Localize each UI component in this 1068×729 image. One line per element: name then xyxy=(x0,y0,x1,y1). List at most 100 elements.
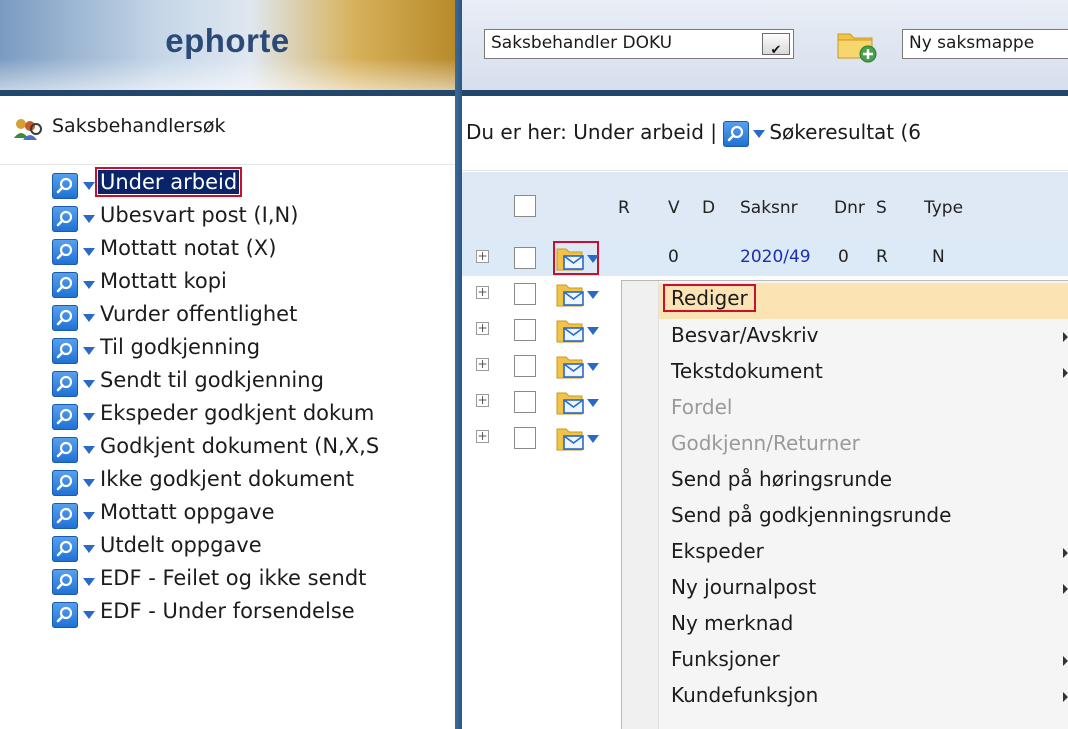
folder-envelope-icon[interactable] xyxy=(556,388,599,416)
folder-envelope-icon[interactable] xyxy=(556,280,599,308)
role-select-dropdown-button[interactable]: ✔ xyxy=(762,33,790,58)
pane-divider[interactable] xyxy=(455,0,462,729)
sidebar-item-4[interactable]: Vurder offentlighet xyxy=(52,300,455,333)
row-checkbox[interactable] xyxy=(514,283,536,305)
sidebar-item-3[interactable]: Mottatt kopi xyxy=(52,267,455,300)
col-header-r[interactable]: R xyxy=(618,198,630,218)
dropdown-arrow-icon[interactable] xyxy=(587,363,599,371)
row-checkbox[interactable] xyxy=(514,355,536,377)
expand-plus-icon[interactable]: + xyxy=(476,394,489,407)
dropdown-arrow-icon[interactable] xyxy=(753,129,766,138)
toolbar: Saksbehandler DOKU ✔ Ny saksmappe xyxy=(462,0,1068,90)
menu-item-1[interactable]: Besvar/Avskriv xyxy=(671,319,1068,355)
menu-item-2[interactable]: Tekstdokument xyxy=(671,355,1068,391)
context-menu-gutter xyxy=(622,281,659,729)
dropdown-arrow-icon[interactable] xyxy=(83,578,95,586)
dropdown-arrow-icon[interactable] xyxy=(83,281,95,289)
col-header-dnr[interactable]: Dnr xyxy=(834,198,865,218)
magnifier-icon[interactable] xyxy=(52,173,78,199)
dropdown-arrow-icon[interactable] xyxy=(83,347,95,355)
dropdown-arrow-icon[interactable] xyxy=(83,446,95,454)
row-checkbox[interactable] xyxy=(514,427,536,449)
expand-plus-icon[interactable]: + xyxy=(476,358,489,371)
dropdown-arrow-icon[interactable] xyxy=(83,215,95,223)
menu-item-5[interactable]: Send på høringsrunde xyxy=(671,463,1068,499)
menu-item-8[interactable]: Ny journalpost xyxy=(671,571,1068,607)
expand-plus-icon[interactable]: + xyxy=(476,286,489,299)
magnifier-icon[interactable] xyxy=(723,120,750,147)
folder-envelope-icon[interactable] xyxy=(553,241,599,275)
folder-envelope-icon[interactable] xyxy=(556,316,599,344)
sidebar-item-6[interactable]: Sendt til godkjenning xyxy=(52,366,455,399)
folder-envelope-icon[interactable] xyxy=(556,352,599,380)
sidebar-item-11[interactable]: Utdelt oppgave xyxy=(52,531,455,564)
sidebar-item-0[interactable]: Under arbeid xyxy=(52,167,455,201)
menu-item-7[interactable]: Ekspeder xyxy=(671,535,1068,571)
row-checkbox[interactable] xyxy=(514,319,536,341)
dropdown-arrow-icon[interactable] xyxy=(83,314,95,322)
sidebar-item-13[interactable]: EDF - Under forsendelse xyxy=(52,597,455,630)
menu-item-9[interactable]: Ny merknad xyxy=(671,607,1068,643)
table-row[interactable]: +0 2020/49 0 R N xyxy=(462,240,1068,276)
sidebar-item-1[interactable]: Ubesvart post (I,N) xyxy=(52,201,455,234)
menu-item-3: Fordel xyxy=(671,391,1068,427)
sidebar-item-9[interactable]: Ikke godkjent dokument xyxy=(52,465,455,498)
new-case-select[interactable]: Ny saksmappe xyxy=(902,29,1068,59)
new-folder-icon[interactable] xyxy=(836,24,878,64)
dropdown-arrow-icon[interactable] xyxy=(83,380,95,388)
magnifier-icon[interactable] xyxy=(52,437,78,463)
dropdown-arrow-icon[interactable] xyxy=(83,611,95,619)
menu-item-10[interactable]: Funksjoner xyxy=(671,643,1068,679)
cell-saksnr-link[interactable]: 2020/49 xyxy=(740,247,811,267)
sidebar-item-10[interactable]: Mottatt oppgave xyxy=(52,498,455,531)
dropdown-arrow-icon[interactable] xyxy=(83,545,95,553)
row-checkbox[interactable] xyxy=(514,391,536,413)
role-select[interactable]: Saksbehandler DOKU ✔ xyxy=(484,29,794,59)
dropdown-arrow-icon[interactable] xyxy=(83,512,95,520)
expand-plus-icon[interactable]: + xyxy=(476,430,489,443)
dropdown-arrow-icon[interactable] xyxy=(83,248,95,256)
sidebar-item-label: Mottatt oppgave xyxy=(100,500,275,524)
magnifier-icon[interactable] xyxy=(52,470,78,496)
magnifier-icon[interactable] xyxy=(52,371,78,397)
row-checkbox[interactable] xyxy=(514,247,536,269)
dropdown-arrow-icon[interactable] xyxy=(587,255,599,263)
sidebar-item-2[interactable]: Mottatt notat (X) xyxy=(52,234,455,267)
folder-envelope-icon[interactable] xyxy=(556,424,599,452)
magnifier-icon[interactable] xyxy=(52,239,78,265)
magnifier-icon[interactable] xyxy=(52,569,78,595)
menu-item-6[interactable]: Send på godkjenningsrunde xyxy=(671,499,1068,535)
search-header[interactable]: Saksbehandlersøk xyxy=(0,96,455,165)
col-header-v[interactable]: V xyxy=(668,198,680,218)
col-header-type[interactable]: Type xyxy=(924,198,963,218)
dropdown-arrow-icon[interactable] xyxy=(587,435,599,443)
col-header-s[interactable]: S xyxy=(876,198,887,218)
expand-plus-icon[interactable]: + xyxy=(476,322,489,335)
sidebar-item-8[interactable]: Godkjent dokument (N,X,S xyxy=(52,432,455,465)
select-all-checkbox[interactable] xyxy=(514,195,536,217)
dropdown-arrow-icon[interactable] xyxy=(83,479,95,487)
magnifier-icon[interactable] xyxy=(52,602,78,628)
menu-item-label: Ny merknad xyxy=(671,611,794,635)
sidebar-item-5[interactable]: Til godkjenning xyxy=(52,333,455,366)
dropdown-arrow-icon[interactable] xyxy=(587,291,599,299)
magnifier-icon[interactable] xyxy=(52,206,78,232)
dropdown-arrow-icon[interactable] xyxy=(83,182,95,190)
dropdown-arrow-icon[interactable] xyxy=(587,399,599,407)
menu-item-0[interactable]: Rediger xyxy=(659,283,1068,319)
magnifier-icon[interactable] xyxy=(52,305,78,331)
magnifier-icon[interactable] xyxy=(52,338,78,364)
col-header-d[interactable]: D xyxy=(702,198,715,218)
sidebar-item-label: Ekspeder godkjent dokum xyxy=(100,401,375,425)
dropdown-arrow-icon[interactable] xyxy=(587,327,599,335)
expand-plus-icon[interactable]: + xyxy=(476,250,489,263)
sidebar-item-12[interactable]: EDF - Feilet og ikke sendt xyxy=(52,564,455,597)
magnifier-icon[interactable] xyxy=(52,272,78,298)
magnifier-icon[interactable] xyxy=(52,536,78,562)
dropdown-arrow-icon[interactable] xyxy=(83,413,95,421)
sidebar-item-7[interactable]: Ekspeder godkjent dokum xyxy=(52,399,455,432)
col-header-saksnr[interactable]: Saksnr xyxy=(740,198,798,218)
menu-item-11[interactable]: Kundefunksjon xyxy=(671,679,1068,715)
magnifier-icon[interactable] xyxy=(52,503,78,529)
magnifier-icon[interactable] xyxy=(52,404,78,430)
